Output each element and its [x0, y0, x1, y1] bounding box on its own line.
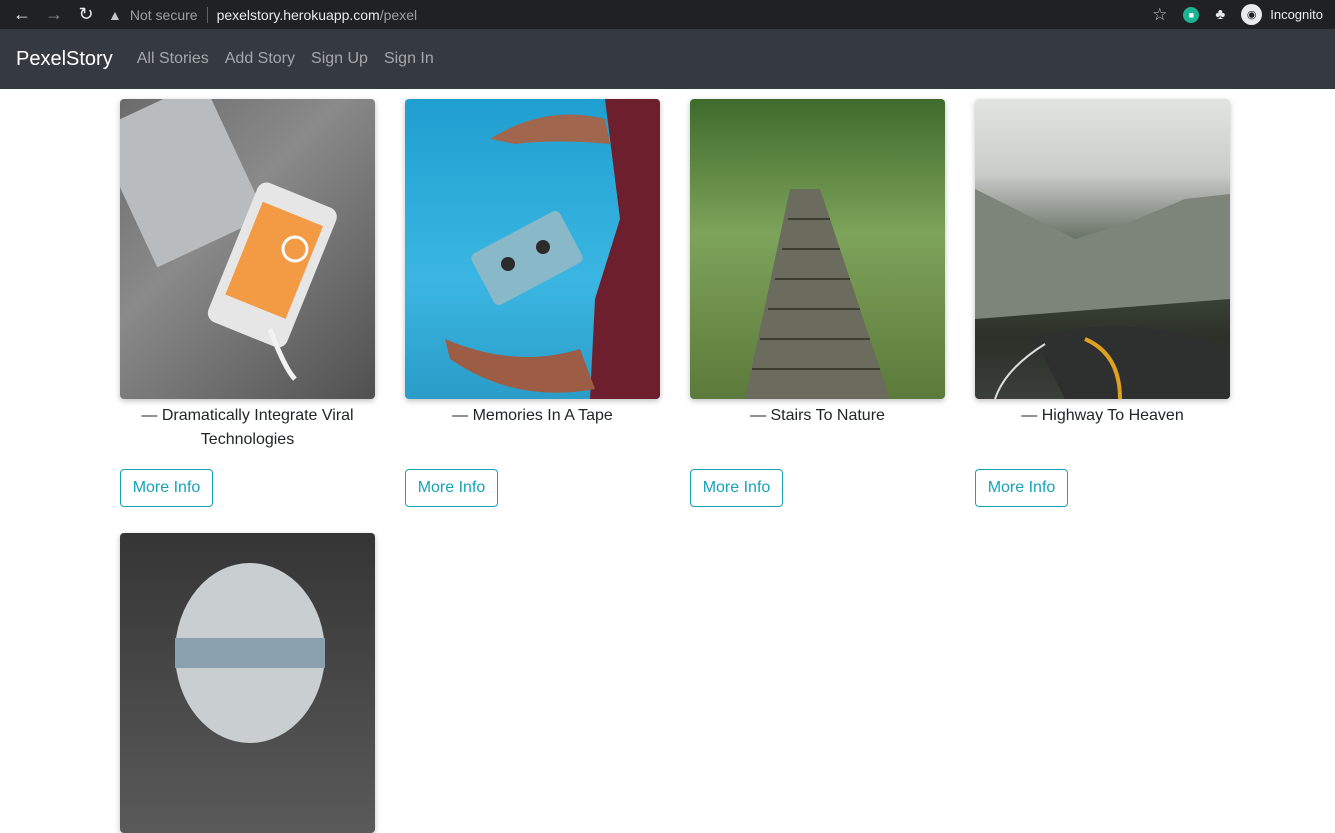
story-image-cassette: [405, 99, 660, 399]
more-info-button[interactable]: More Info: [975, 469, 1068, 507]
nav-sign-up[interactable]: Sign Up: [311, 50, 368, 68]
address-divider: [206, 6, 208, 23]
story-image-phone-keyboard: [120, 99, 375, 399]
more-info-button[interactable]: More Info: [690, 469, 783, 507]
reload-icon[interactable]: ↻: [70, 0, 102, 29]
url-path: /pexel: [379, 6, 418, 23]
story-card: — Stairs To Nature: [690, 99, 945, 428]
story-card: — Dramatically Integrate Viral Technolog…: [120, 99, 375, 452]
back-icon[interactable]: ←: [6, 0, 38, 29]
nav-sign-in[interactable]: Sign In: [384, 50, 434, 68]
phone-keyboard-illustration: [120, 99, 337, 381]
highway-illustration: [975, 189, 1230, 399]
url-host: pexelstory.herokuapp.com: [216, 6, 380, 23]
story-caption: — Highway To Heaven: [1021, 407, 1184, 424]
extension-cart-icon[interactable]: ■: [1183, 6, 1200, 23]
cassette-illustration: [445, 99, 660, 399]
security-label: Not secure: [129, 6, 198, 23]
warning-icon: ▲: [108, 6, 122, 23]
more-info-button[interactable]: More Info: [120, 469, 213, 507]
story-image-boardwalk: [690, 99, 945, 399]
incognito-icon: ◉: [1241, 4, 1263, 25]
story-card: — Highway To Heaven: [975, 99, 1230, 428]
site-navbar: PexelStory All Stories Add Story Sign Up…: [0, 29, 1335, 89]
mirror-illustration: [175, 563, 325, 743]
story-grid: — Dramatically Integrate Viral Technolog…: [0, 89, 1335, 833]
story-image-highway: [975, 99, 1230, 399]
profile-label: Incognito: [1270, 7, 1323, 22]
brand-link[interactable]: PexelStory: [16, 48, 113, 71]
extensions-puzzle-icon[interactable]: ♣: [1215, 6, 1225, 23]
story-caption: — Dramatically Integrate Viral Technolog…: [141, 407, 354, 448]
nav-all-stories[interactable]: All Stories: [137, 50, 209, 68]
story-card: — Memories In A Tape: [405, 99, 660, 428]
address-bar[interactable]: ▲ Not secure pexelstory.herokuapp.com/pe…: [108, 0, 417, 29]
boardwalk-illustration: [745, 189, 890, 399]
profile-button[interactable]: ◉ Incognito: [1241, 4, 1323, 25]
more-info-button[interactable]: More Info: [405, 469, 498, 507]
bookmark-star-icon[interactable]: ☆: [1152, 5, 1167, 25]
story-card: [120, 533, 375, 833]
story-caption: — Stairs To Nature: [750, 407, 885, 424]
story-image-mirror: [120, 533, 375, 833]
forward-icon[interactable]: →: [38, 0, 70, 29]
story-caption: — Memories In A Tape: [452, 407, 613, 424]
browser-toolbar: ← → ↻ ▲ Not secure pexelstory.herokuapp.…: [0, 0, 1335, 29]
nav-add-story[interactable]: Add Story: [225, 50, 295, 68]
